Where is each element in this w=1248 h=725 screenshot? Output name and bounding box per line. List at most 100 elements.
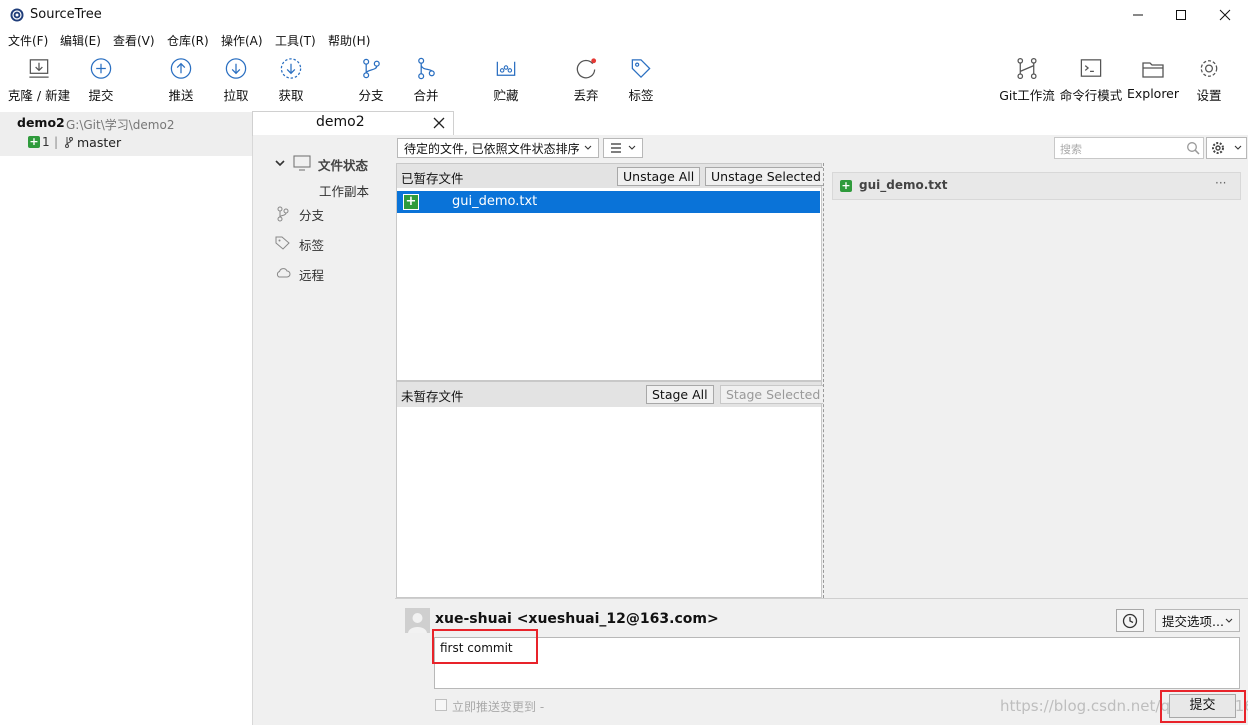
discard-button[interactable]: 丢弃 xyxy=(569,56,603,104)
stage-selected-button[interactable]: Stage Selected xyxy=(720,385,827,404)
stage-all-button[interactable]: Stage All xyxy=(646,385,714,404)
fetch-icon xyxy=(280,58,302,79)
file-added-icon: + xyxy=(403,194,419,210)
branch-small-icon xyxy=(65,137,73,148)
plus-circle-icon xyxy=(90,58,112,79)
chevron-down-icon xyxy=(1234,145,1242,150)
settings-button[interactable]: 设置 xyxy=(1192,56,1226,104)
menu-actions[interactable]: 操作(A) xyxy=(221,32,263,49)
tab-label: demo2 xyxy=(316,114,365,130)
chevron-down-icon xyxy=(628,145,636,150)
added-badge-icon: + xyxy=(28,135,40,148)
app-title: SourceTree xyxy=(30,7,102,22)
fetch-button[interactable]: 获取 xyxy=(274,56,308,104)
minimize-button[interactable] xyxy=(1115,0,1161,30)
chevron-down-icon xyxy=(584,145,592,150)
pull-button[interactable]: 拉取 xyxy=(219,56,253,104)
push-immediately-label: 立即推送变更到 - xyxy=(452,700,545,714)
sort-dropdown[interactable]: 待定的文件, 已依照文件状态排序 xyxy=(397,138,599,158)
tab-close-icon[interactable] xyxy=(431,115,447,131)
search-icon xyxy=(1187,142,1200,155)
search-placeholder: 搜索 xyxy=(1060,143,1082,156)
push-button[interactable]: 推送 xyxy=(164,56,198,104)
arrow-up-circle-icon xyxy=(170,58,192,79)
view-mode-dropdown[interactable] xyxy=(603,138,643,158)
repo-name: demo2 xyxy=(17,115,65,130)
avatar xyxy=(405,608,430,633)
terminal-icon xyxy=(1080,59,1102,77)
menu-help[interactable]: 帮助(H) xyxy=(328,32,370,49)
close-window-button[interactable] xyxy=(1202,0,1248,30)
menu-view[interactable]: 查看(V) xyxy=(113,32,155,49)
unstage-selected-button[interactable]: Unstage Selected xyxy=(705,167,827,186)
merge-button[interactable]: 合并 xyxy=(409,56,443,104)
push-immediately-checkbox[interactable] xyxy=(435,699,447,711)
maximize-icon xyxy=(1176,10,1186,20)
git-flow-button[interactable]: Git工作流 xyxy=(999,56,1055,104)
gear-icon xyxy=(1212,142,1224,154)
monitor-icon xyxy=(293,155,311,171)
sidebar-item-branches[interactable]: 分支 xyxy=(299,205,324,224)
diff-pane xyxy=(823,163,1248,598)
arrow-down-circle-icon xyxy=(225,58,247,79)
added-count: 1 xyxy=(42,135,50,149)
user-avatar-icon xyxy=(405,608,430,633)
branch-icon xyxy=(363,58,380,79)
merge-icon xyxy=(418,57,435,80)
sourcetree-logo-icon xyxy=(10,8,24,22)
close-icon xyxy=(1219,9,1231,21)
menu-tools[interactable]: 工具(T) xyxy=(275,32,316,49)
sidebar-item-tags[interactable]: 标签 xyxy=(299,235,324,254)
title-bar xyxy=(0,0,1248,30)
folder-icon xyxy=(1142,62,1164,78)
chevron-down-icon xyxy=(1225,618,1233,623)
tag-button[interactable]: 标签 xyxy=(624,56,658,104)
menu-bar: 文件(F) 编辑(E) 查看(V) 仓库(R) 操作(A) 工具(T) 帮助(H… xyxy=(0,30,1248,50)
repo-separator: | xyxy=(54,135,59,149)
clock-icon xyxy=(1122,613,1138,628)
sidebar-item-working-copy[interactable]: 工作副本 xyxy=(319,181,369,200)
highlight-box-submit xyxy=(1160,690,1246,723)
clone-button[interactable]: 克隆 / 新建 xyxy=(6,56,72,104)
tag-icon xyxy=(631,59,651,79)
menu-file[interactable]: 文件(F) xyxy=(8,32,48,49)
explorer-button[interactable]: Explorer xyxy=(1126,56,1180,104)
staged-file-name: gui_demo.txt xyxy=(452,194,538,209)
cloud-icon xyxy=(276,268,291,278)
highlight-box-message xyxy=(432,629,538,664)
file-added-icon: + xyxy=(840,179,852,192)
maximize-button[interactable] xyxy=(1158,0,1204,30)
repo-branch: master xyxy=(77,135,122,150)
unstaged-title: 未暂存文件 xyxy=(401,389,464,404)
discard-icon xyxy=(576,58,597,79)
gear-icon xyxy=(1200,60,1218,77)
menu-repository[interactable]: 仓库(R) xyxy=(167,32,209,49)
tag-icon xyxy=(275,236,290,250)
clone-icon xyxy=(29,59,49,78)
history-button[interactable] xyxy=(1116,609,1144,632)
stash-button[interactable]: 贮藏 xyxy=(489,56,523,104)
repository-panel xyxy=(0,112,253,725)
terminal-button[interactable]: 命令行模式 xyxy=(1060,56,1122,104)
commit-author: xue-shuai <xueshuai_12@163.com> xyxy=(435,611,719,627)
diff-file-name: gui_demo.txt xyxy=(859,178,948,192)
sidebar-item-file-status[interactable]: 文件状态 xyxy=(318,155,368,174)
options-gear-dropdown[interactable] xyxy=(1206,137,1247,159)
sidebar-item-remotes[interactable]: 远程 xyxy=(299,265,324,284)
branch-icon xyxy=(277,206,289,222)
diff-more-button[interactable]: ··· xyxy=(1215,176,1226,190)
unstage-all-button[interactable]: Unstage All xyxy=(617,167,701,186)
branch-button[interactable]: 分支 xyxy=(354,56,388,104)
commit-options-dropdown[interactable]: 提交选项... xyxy=(1155,609,1240,632)
commit-message-input[interactable] xyxy=(434,637,1240,689)
chevron-down-icon[interactable] xyxy=(275,158,285,168)
unstaged-files-pane xyxy=(396,381,822,598)
list-icon xyxy=(611,143,621,153)
commit-toolbar-button[interactable]: 提交 xyxy=(84,56,118,104)
git-flow-icon xyxy=(1017,57,1037,80)
menu-edit[interactable]: 编辑(E) xyxy=(60,32,101,49)
minimize-icon xyxy=(1133,14,1143,16)
search-input[interactable]: 搜索 xyxy=(1054,137,1204,159)
staged-title: 已暂存文件 xyxy=(401,171,464,186)
repo-path: G:\Git\学习\demo2 xyxy=(66,118,175,132)
